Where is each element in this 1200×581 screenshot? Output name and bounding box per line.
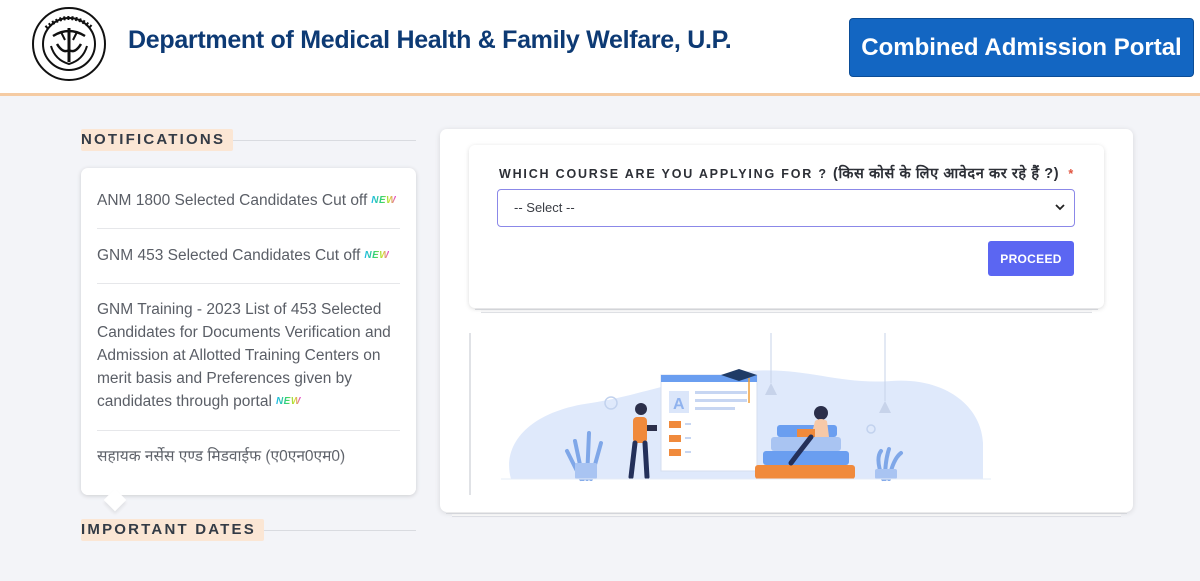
notification-text: GNM 453 Selected Candidates Cut off <box>97 247 361 264</box>
new-badge: NEW <box>364 244 389 267</box>
illustration-area: A <box>469 333 1105 495</box>
important-dates-heading: IMPORTANT DATES <box>81 519 416 541</box>
course-question-label: WHICH COURSE ARE YOU APPLYING FOR ? (किस… <box>499 163 1075 183</box>
new-badge: NEW <box>371 189 396 212</box>
notifications-heading-rule <box>221 140 416 141</box>
notification-text: ANM 1800 Selected Candidates Cut off <box>97 192 368 209</box>
course-question-hindi: (किस कोर्स के लिए आवेदन कर रहे हैं ?) <box>833 166 1060 182</box>
course-select-value: -- Select -- <box>514 200 575 215</box>
course-select-dropdown[interactable]: -- Select -- <box>497 189 1075 227</box>
notifications-card: ANM 1800 Selected Candidates Cut off NEW … <box>81 168 416 495</box>
notification-text: GNM Training - 2023 List of 453 Selected… <box>97 301 391 410</box>
notification-item[interactable]: ANM 1800 Selected Candidates Cut off NEW <box>97 189 400 229</box>
required-asterisk: * <box>1068 167 1076 181</box>
important-dates-heading-rule <box>251 530 416 531</box>
notifications-heading-label: NOTIFICATIONS <box>81 129 234 151</box>
panel-stack-edge <box>452 514 1121 517</box>
up-government-emblem-logo[interactable] <box>31 6 107 82</box>
online-learning-illustration: A <box>501 333 991 481</box>
course-card-stack-edge <box>481 310 1092 313</box>
notification-item[interactable]: GNM 453 Selected Candidates Cut off NEW <box>97 244 400 284</box>
department-title: Department of Medical Health & Family We… <box>128 26 732 54</box>
important-dates-heading-label: IMPORTANT DATES <box>81 519 264 541</box>
course-selection-card: WHICH COURSE ARE YOU APPLYING FOR ? (किस… <box>469 145 1104 308</box>
notifications-heading: NOTIFICATIONS <box>81 129 416 151</box>
chevron-down-icon <box>1054 190 1066 240</box>
notification-item[interactable]: GNM Training - 2023 List of 453 Selected… <box>97 298 400 431</box>
proceed-button[interactable]: PROCEED <box>988 241 1074 276</box>
svg-text:A: A <box>673 396 685 413</box>
notifications-fade <box>81 455 416 495</box>
new-badge: NEW <box>276 390 301 413</box>
course-question-english: WHICH COURSE ARE YOU APPLYING FOR ? <box>499 167 828 181</box>
site-header: Department of Medical Health & Family We… <box>0 0 1200 96</box>
combined-admission-portal-button[interactable]: Combined Admission Portal <box>849 18 1194 77</box>
